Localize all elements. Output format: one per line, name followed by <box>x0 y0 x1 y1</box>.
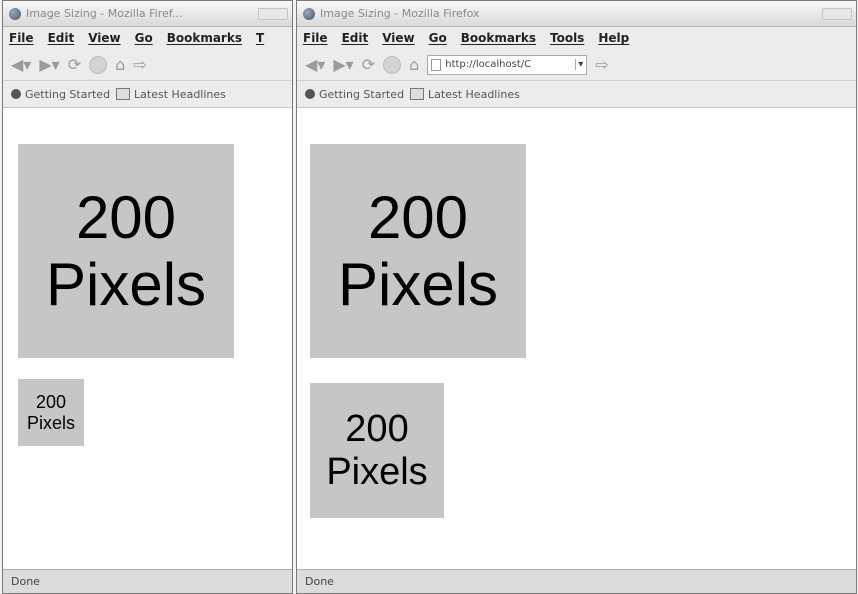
back-icon[interactable]: ◀▾ <box>305 55 325 74</box>
menu-view[interactable]: View <box>382 31 414 45</box>
globe-icon <box>303 7 315 20</box>
image-large: 200 Pixels <box>310 144 526 358</box>
status-text: Done <box>305 575 334 588</box>
menu-file[interactable]: File <box>9 31 34 45</box>
image-medium: 200 Pixels <box>310 383 444 518</box>
image-text-number: 200 <box>75 183 177 251</box>
menu-file[interactable]: File <box>303 31 328 45</box>
status-bar: Done <box>297 569 856 593</box>
title-bar[interactable]: Image Sizing - Mozilla Firef... <box>3 1 292 27</box>
image-small: 200 Pixels <box>18 379 84 446</box>
globe-icon <box>9 7 21 20</box>
menu-tools[interactable]: T <box>256 31 264 45</box>
bookmark-icon <box>305 89 315 99</box>
bookmark-getting-started[interactable]: Getting Started <box>25 88 110 101</box>
back-icon[interactable]: ◀▾ <box>11 55 31 74</box>
menu-tools[interactable]: Tools <box>550 31 584 45</box>
status-bar: Done <box>3 569 292 593</box>
bookmarks-toolbar: Getting Started Latest Headlines <box>3 81 292 108</box>
bookmark-icon <box>11 89 21 99</box>
menu-edit[interactable]: Edit <box>342 31 369 45</box>
window-controls[interactable] <box>822 7 852 20</box>
menu-go[interactable]: Go <box>135 31 153 45</box>
page-content: 200 Pixels 200 Pixels <box>3 108 292 569</box>
menu-go[interactable]: Go <box>429 31 447 45</box>
stop-icon[interactable] <box>89 55 108 74</box>
image-text-unit: Pixels <box>45 251 207 318</box>
image-text-unit: Pixels <box>326 450 428 493</box>
status-text: Done <box>11 575 40 588</box>
window-title: Image Sizing - Mozilla Firefox <box>320 7 480 20</box>
image-text-number: 200 <box>35 392 67 413</box>
reload-icon[interactable]: ⟳ <box>68 55 81 74</box>
bookmarks-toolbar: Getting Started Latest Headlines <box>297 81 856 108</box>
go-icon[interactable]: ⇨ <box>133 55 146 74</box>
address-bar[interactable]: http://localhost/C ▾ <box>427 54 588 75</box>
bookmark-latest-headlines[interactable]: Latest Headlines <box>428 88 520 101</box>
chevron-down-icon[interactable]: ▾ <box>575 59 583 70</box>
menu-bookmarks[interactable]: Bookmarks <box>461 31 536 45</box>
image-text-number: 200 <box>367 183 469 251</box>
go-icon[interactable]: ⇨ <box>595 55 608 74</box>
folder-icon <box>410 88 425 100</box>
forward-icon[interactable]: ▶▾ <box>39 55 59 74</box>
page-content: 200 Pixels 200 Pixels <box>297 108 856 569</box>
menu-help[interactable]: Help <box>598 31 629 45</box>
bookmark-getting-started[interactable]: Getting Started <box>319 88 404 101</box>
home-icon[interactable]: ⌂ <box>409 55 419 74</box>
image-text-unit: Pixels <box>337 251 499 318</box>
stop-icon[interactable] <box>383 55 402 74</box>
bookmark-latest-headlines[interactable]: Latest Headlines <box>134 88 226 101</box>
forward-icon[interactable]: ▶▾ <box>333 55 353 74</box>
window-title: Image Sizing - Mozilla Firef... <box>26 7 183 20</box>
home-icon[interactable]: ⌂ <box>115 55 125 74</box>
folder-icon <box>116 88 131 100</box>
menu-edit[interactable]: Edit <box>48 31 75 45</box>
address-text: http://localhost/C <box>445 59 532 70</box>
browser-window-left: Image Sizing - Mozilla Firef... File Edi… <box>2 0 293 594</box>
menu-view[interactable]: View <box>88 31 120 45</box>
navigation-toolbar: ◀▾ ▶▾ ⟳ ⌂ ⇨ <box>3 49 292 81</box>
window-controls[interactable] <box>258 7 288 20</box>
menu-bar: File Edit View Go Bookmarks T <box>3 27 292 49</box>
menu-bookmarks[interactable]: Bookmarks <box>167 31 242 45</box>
page-icon <box>431 58 442 71</box>
title-bar[interactable]: Image Sizing - Mozilla Firefox <box>297 1 856 27</box>
reload-icon[interactable]: ⟳ <box>362 55 375 74</box>
browser-window-right: Image Sizing - Mozilla Firefox File Edit… <box>296 0 857 594</box>
menu-bar: File Edit View Go Bookmarks Tools Help <box>297 27 856 49</box>
image-large: 200 Pixels <box>18 144 234 358</box>
image-text-unit: Pixels <box>26 412 75 433</box>
navigation-toolbar: ◀▾ ▶▾ ⟳ ⌂ http://localhost/C ▾ ⇨ <box>297 49 856 81</box>
image-text-number: 200 <box>345 407 409 450</box>
